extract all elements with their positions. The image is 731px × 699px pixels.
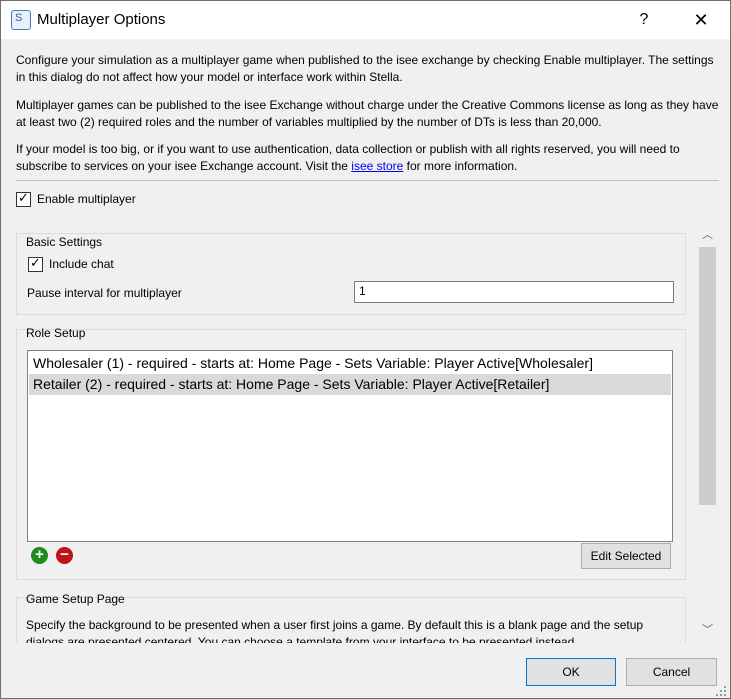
game-setup-title: Game Setup Page: [26, 592, 125, 606]
game-setup-group: Game Setup Page Specify the background t…: [16, 592, 686, 643]
ok-button[interactable]: OK: [526, 658, 616, 686]
intro-paragraph-1: Configure your simulation as a multiplay…: [16, 53, 714, 84]
checkmark-icon: ✓: [30, 255, 41, 270]
title-bar: S Multiplayer Options ? ✕: [1, 1, 730, 39]
intro-paragraph-3-text: If your model is too big, or if you want…: [16, 142, 680, 173]
intro-paragraph-3-tail: for more information.: [403, 159, 518, 173]
role-list-item[interactable]: Wholesaler (1) - required - starts at: H…: [29, 353, 671, 374]
intro-paragraph-3: If your model is too big, or if you want…: [16, 141, 721, 175]
multiplayer-options-dialog: S Multiplayer Options ? ✕ Configure your…: [0, 0, 731, 699]
scroll-down-icon[interactable]: ﹀: [699, 622, 716, 639]
cancel-button[interactable]: Cancel: [626, 658, 717, 686]
scrollbar-thumb[interactable]: [699, 247, 716, 505]
edit-selected-button[interactable]: Edit Selected: [581, 543, 671, 569]
intro-paragraph-2: Multiplayer games can be published to th…: [16, 98, 719, 129]
remove-role-icon[interactable]: −: [56, 547, 73, 564]
stella-app-icon: S: [11, 10, 31, 30]
basic-settings-title: Basic Settings: [26, 235, 103, 249]
close-button[interactable]: ✕: [684, 7, 718, 33]
window-title: Multiplayer Options: [37, 11, 166, 28]
pause-interval-input-box: [354, 281, 674, 303]
role-list[interactable]: Wholesaler (1) - required - starts at: H…: [27, 350, 673, 542]
role-list-item-selected[interactable]: Retailer (2) - required - starts at: Hom…: [29, 374, 671, 395]
scroll-up-icon[interactable]: ︿: [699, 227, 716, 244]
pause-interval-input[interactable]: [355, 282, 673, 300]
enable-multiplayer-label: Enable multiplayer: [37, 192, 136, 206]
include-chat-checkbox[interactable]: ✓: [28, 255, 43, 272]
checkmark-icon: ✓: [18, 190, 29, 205]
help-button[interactable]: ?: [630, 7, 658, 33]
add-role-icon[interactable]: +: [31, 547, 48, 564]
pause-interval-label: Pause interval for multiplayer: [27, 286, 182, 300]
isee-store-link[interactable]: isee store: [351, 159, 403, 173]
resize-grip-icon[interactable]: [715, 685, 727, 697]
separator: [16, 180, 719, 181]
include-chat-label: Include chat: [49, 257, 114, 271]
vertical-scrollbar[interactable]: ︿ ﹀: [699, 227, 717, 641]
game-setup-description: Specify the background to be presented w…: [26, 618, 644, 643]
enable-multiplayer-checkbox[interactable]: ✓: [16, 190, 31, 207]
role-setup-title: Role Setup: [26, 326, 86, 340]
